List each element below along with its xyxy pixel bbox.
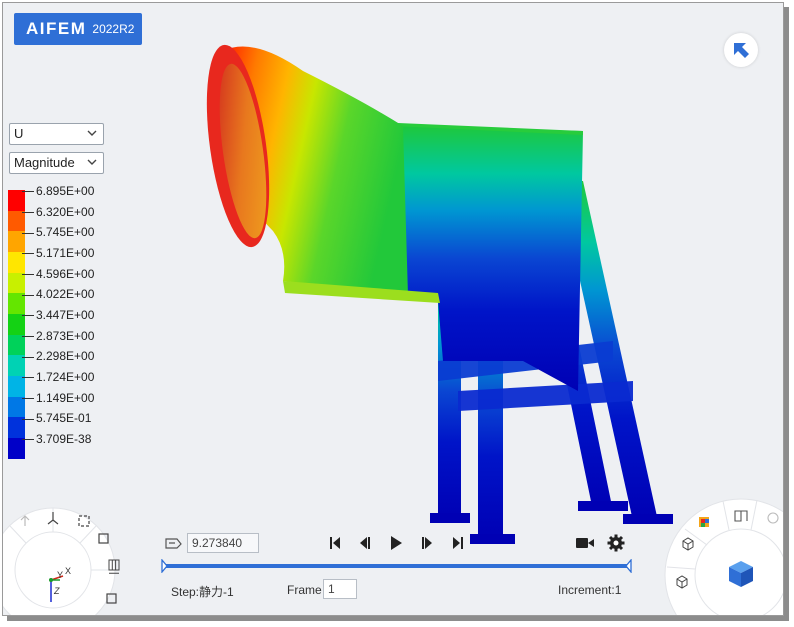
axis-x-label: X bbox=[65, 566, 71, 576]
app-version: 2022R2 bbox=[92, 22, 135, 36]
step-label: Step:静力-1 bbox=[171, 585, 234, 599]
legend-value: 6.320E+00 bbox=[22, 205, 94, 219]
legend-value: 5.171E+00 bbox=[22, 246, 94, 260]
axis-y-label: Y bbox=[57, 570, 63, 580]
color-cube-icon[interactable] bbox=[699, 517, 709, 527]
select-arrow-icon[interactable] bbox=[724, 33, 758, 67]
frame-label: Frame bbox=[287, 583, 322, 597]
foot bbox=[470, 534, 515, 544]
brand-name: AIFEM bbox=[26, 19, 87, 38]
view-cube-wheel[interactable] bbox=[663, 497, 784, 616]
record-icon[interactable] bbox=[575, 533, 595, 553]
legend-value: 5.745E+00 bbox=[22, 225, 94, 239]
legend-value: 3.447E+00 bbox=[22, 308, 94, 322]
axis-z-label: Z bbox=[53, 586, 60, 596]
chevron-down-icon bbox=[87, 130, 97, 136]
timeline-start-handle[interactable] bbox=[161, 559, 169, 573]
component-value: Magnitude bbox=[14, 155, 75, 170]
variable-value: U bbox=[14, 126, 24, 141]
legend-value: 3.709E-38 bbox=[22, 432, 91, 446]
settings-icon[interactable] bbox=[606, 533, 626, 553]
legend-value: 4.596E+00 bbox=[22, 267, 94, 281]
frame-body bbox=[393, 126, 583, 391]
first-frame-icon[interactable] bbox=[325, 533, 345, 553]
timeline-track[interactable] bbox=[163, 564, 631, 568]
foot bbox=[430, 513, 470, 523]
increment-label: Increment:1 bbox=[558, 583, 622, 597]
foot bbox=[578, 501, 628, 511]
timeline-end-handle[interactable] bbox=[624, 559, 632, 573]
prev-frame-icon[interactable] bbox=[355, 533, 375, 553]
last-frame-icon[interactable] bbox=[448, 533, 468, 553]
legend-value: 2.873E+00 bbox=[22, 329, 94, 343]
app-logo: AIFEM 2022R2 bbox=[14, 13, 142, 45]
legend-value: 2.298E+00 bbox=[22, 349, 94, 363]
contour-model[interactable] bbox=[193, 31, 673, 551]
variable-select[interactable]: U bbox=[9, 123, 104, 145]
timeline-slider[interactable] bbox=[161, 559, 632, 573]
frame-field[interactable]: 1 bbox=[323, 579, 357, 599]
time-value-field[interactable]: 9.273840 bbox=[187, 533, 259, 553]
legend-value: 5.745E-01 bbox=[22, 411, 91, 425]
component-select[interactable]: Magnitude bbox=[9, 152, 104, 174]
play-icon[interactable] bbox=[386, 533, 406, 553]
chevron-down-icon bbox=[87, 159, 97, 165]
next-frame-icon[interactable] bbox=[417, 533, 437, 553]
viewport[interactable]: AIFEM 2022R2 U Magnitude 6.895E+00 6.320E… bbox=[2, 2, 784, 616]
legend-value: 1.149E+00 bbox=[22, 391, 94, 405]
legend-value: 6.895E+00 bbox=[22, 184, 94, 198]
legend-value: 4.022E+00 bbox=[22, 287, 94, 301]
legend-value: 1.724E+00 bbox=[22, 370, 94, 384]
view-control-wheel[interactable]: X Y Z bbox=[2, 498, 123, 616]
time-icon bbox=[165, 538, 182, 549]
